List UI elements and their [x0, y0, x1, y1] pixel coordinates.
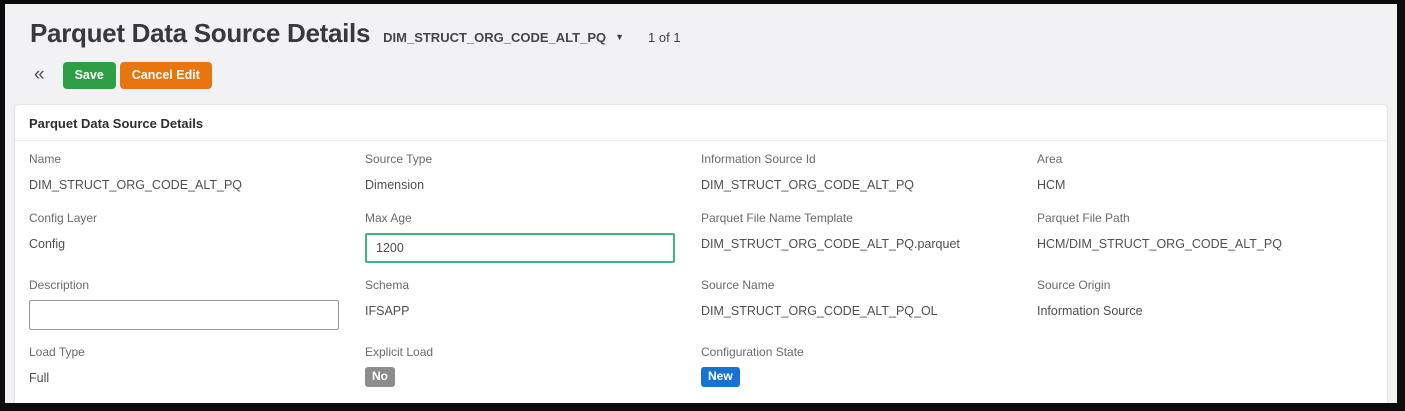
field-value: IFSAPP: [365, 304, 410, 318]
field-source-name: Source Name DIM_STRUCT_ORG_CODE_ALT_PQ_O…: [701, 278, 1037, 330]
field-value: DIM_STRUCT_ORG_CODE_ALT_PQ: [29, 178, 243, 192]
field-value: HCM: [1037, 178, 1066, 192]
field-value: DIM_STRUCT_ORG_CODE_ALT_PQ: [701, 178, 915, 192]
field-label: Parquet File Name Template: [701, 211, 853, 225]
field-label: Information Source Id: [701, 152, 816, 166]
screenshot-frame: Parquet Data Source Details DIM_STRUCT_O…: [0, 0, 1405, 411]
configuration-state-badge: New: [701, 367, 740, 387]
field-value: HCM/DIM_STRUCT_ORG_CODE_ALT_PQ: [1037, 237, 1282, 251]
field-label: Description: [29, 278, 90, 292]
field-max-age: Max Age: [365, 211, 701, 263]
field-area: Area HCM: [1037, 152, 1373, 196]
field-label: Area: [1037, 152, 1063, 166]
collapse-toolbar-icon[interactable]: «: [30, 62, 49, 88]
field-source-origin: Source Origin Information Source: [1037, 278, 1373, 330]
field-config-layer: Config Layer Config: [29, 211, 365, 263]
description-input[interactable]: [29, 300, 339, 330]
field-name: Name DIM_STRUCT_ORG_CODE_ALT_PQ: [29, 152, 365, 196]
field-load-type: Load Type Full: [29, 345, 365, 389]
field-configuration-state: Configuration State New: [701, 345, 1037, 389]
record-count: 1 of 1: [648, 30, 681, 45]
field-parquet-file-path: Parquet File Path HCM/DIM_STRUCT_ORG_COD…: [1037, 211, 1373, 263]
field-label: Name: [29, 152, 62, 166]
details-panel-title: Parquet Data Source Details: [15, 105, 1387, 141]
field-description: Description: [29, 278, 365, 330]
field-value: DIM_STRUCT_ORG_CODE_ALT_PQ.parquet: [701, 237, 960, 251]
field-schema: Schema IFSAPP: [365, 278, 701, 330]
field-label: Config Layer: [29, 211, 98, 225]
field-information-source-id: Information Source Id DIM_STRUCT_ORG_COD…: [701, 152, 1037, 196]
field-value: Full: [29, 371, 50, 385]
details-panel: Parquet Data Source Details Name DIM_STR…: [14, 104, 1388, 403]
field-label: Load Type: [29, 345, 85, 359]
record-selector-dropdown[interactable]: DIM_STRUCT_ORG_CODE_ALT_PQ ▼: [383, 30, 624, 45]
field-value: DIM_STRUCT_ORG_CODE_ALT_PQ_OL: [701, 304, 938, 318]
field-explicit-load: Explicit Load No: [365, 345, 701, 389]
field-value: Config: [29, 237, 66, 251]
page-title: Parquet Data Source Details: [30, 18, 371, 48]
field-label: Parquet File Path: [1037, 211, 1130, 225]
explicit-load-badge: No: [365, 367, 395, 387]
field-source-type: Source Type Dimension: [365, 152, 701, 196]
field-label: Schema: [365, 278, 410, 292]
field-label: Explicit Load: [365, 345, 434, 359]
field-label: Source Type: [365, 152, 433, 166]
field-value: Information Source: [1037, 304, 1143, 318]
field-label: Configuration State: [701, 345, 804, 359]
field-label: Max Age: [365, 211, 412, 225]
record-selector-value[interactable]: DIM_STRUCT_ORG_CODE_ALT_PQ: [383, 30, 606, 45]
command-toolbar: « Save Cancel Edit: [30, 61, 1397, 89]
empty-grid-cell: [1037, 345, 1373, 389]
caret-down-icon[interactable]: ▼: [615, 32, 624, 42]
field-parquet-file-name-template: Parquet File Name Template DIM_STRUCT_OR…: [701, 211, 1037, 263]
page-header: Parquet Data Source Details DIM_STRUCT_O…: [5, 4, 1397, 49]
save-button[interactable]: Save: [62, 61, 116, 89]
field-value: Dimension: [365, 178, 425, 192]
field-label: Source Name: [701, 278, 775, 292]
cancel-edit-button[interactable]: Cancel Edit: [119, 61, 212, 89]
parquet-data-source-details-page: Parquet Data Source Details DIM_STRUCT_O…: [5, 4, 1397, 403]
details-field-grid: Name DIM_STRUCT_ORG_CODE_ALT_PQ Source T…: [15, 141, 1387, 403]
max-age-input[interactable]: [365, 233, 675, 263]
field-label: Source Origin: [1037, 278, 1111, 292]
